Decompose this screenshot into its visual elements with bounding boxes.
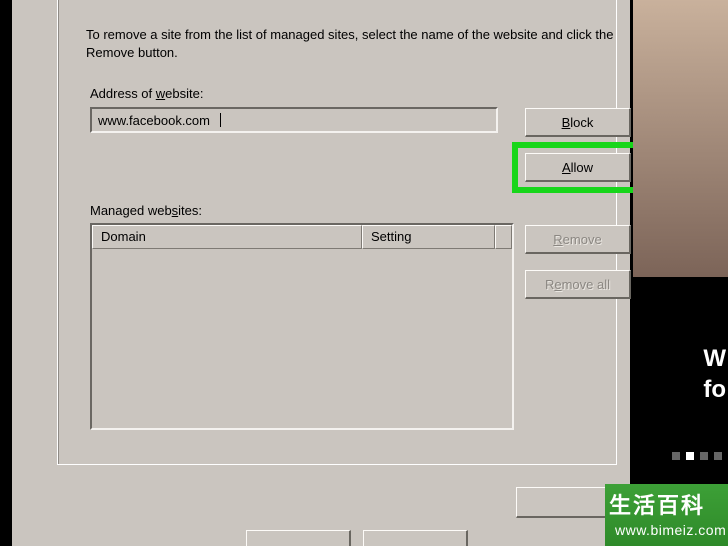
text-caret <box>220 113 221 127</box>
column-header-domain[interactable]: Domain <box>92 225 362 249</box>
instruction-text: To remove a site from the list of manage… <box>86 26 626 61</box>
watermark-brand: 生活百科 <box>609 488 705 520</box>
pager-dot[interactable] <box>700 452 708 460</box>
pager-dot[interactable] <box>672 452 680 460</box>
pager-dot-active[interactable] <box>686 452 694 460</box>
pager-dot[interactable] <box>714 452 722 460</box>
removeall-pre: R <box>545 277 554 292</box>
managed-label-post: ites: <box>178 203 202 218</box>
remove-label: emove <box>563 232 602 247</box>
watermark-url: www.bimeiz.com <box>615 522 726 538</box>
removeall-label: move all <box>562 277 610 292</box>
footer-button-2[interactable] <box>363 530 468 546</box>
block-button[interactable]: Block <box>525 108 631 137</box>
managed-list[interactable]: Domain Setting <box>90 223 514 430</box>
address-label-accel: w <box>156 86 165 101</box>
ad-pager <box>672 452 722 460</box>
allow-highlight <box>512 142 644 193</box>
dialog-panel: To remove a site from the list of manage… <box>12 0 630 546</box>
remove-button: Remove <box>525 225 631 254</box>
address-input[interactable] <box>90 107 498 133</box>
managed-label: Managed websites: <box>90 203 202 218</box>
ad-text-2: fo <box>703 376 726 404</box>
ad-sidebar: W fo <box>633 0 728 462</box>
remove-all-button: Remove all <box>525 270 631 299</box>
block-label: lock <box>570 115 593 130</box>
block-accel: B <box>562 115 571 130</box>
ad-text-1: W <box>703 345 726 373</box>
remove-accel: R <box>553 232 562 247</box>
address-label-post: ebsite: <box>165 86 203 101</box>
address-label-pre: Address of <box>90 86 156 101</box>
footer-button-1[interactable] <box>246 530 351 546</box>
column-header-spacer <box>495 225 512 249</box>
removeall-accel: e <box>554 277 561 292</box>
managed-label-pre: Managed web <box>90 203 172 218</box>
address-label: Address of website: <box>90 86 203 101</box>
watermark-footer: 生活百科 www.bimeiz.com <box>605 484 728 546</box>
column-header-setting[interactable]: Setting <box>362 225 495 249</box>
